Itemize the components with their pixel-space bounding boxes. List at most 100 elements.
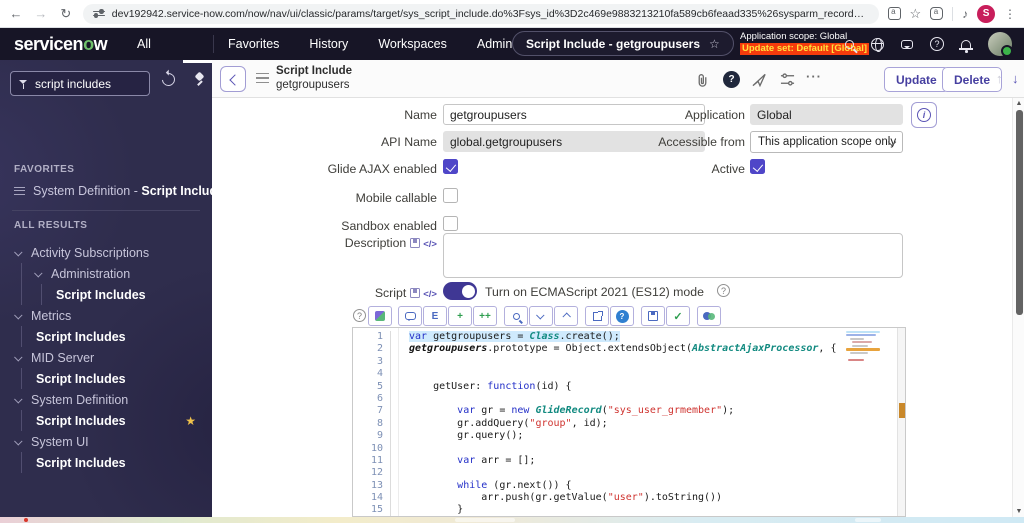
update-button[interactable]: Update	[884, 67, 949, 92]
mobile-callable-checkbox[interactable]	[443, 188, 458, 203]
active-checkbox[interactable]	[750, 159, 765, 174]
attachments-paperclip-icon[interactable]	[695, 73, 710, 93]
open-fullscreen-icon	[592, 310, 603, 321]
save-button[interactable]	[641, 306, 665, 326]
field-language-icon[interactable]	[410, 238, 421, 248]
tree-item-system-definition[interactable]: System Definition	[0, 389, 212, 410]
open-fullscreen-button[interactable]	[585, 306, 609, 326]
application-info-button[interactable]: i	[911, 102, 937, 128]
scrollbar-thumb[interactable]	[1015, 110, 1023, 315]
tree-item-system-ui[interactable]: System UI	[0, 431, 212, 452]
user-avatar[interactable]	[988, 32, 1013, 57]
scroll-up-arrow[interactable]: ▲	[1013, 100, 1024, 107]
application-input	[750, 104, 903, 125]
nav-item-admin[interactable]: Admin	[477, 37, 512, 51]
search-button[interactable]	[504, 306, 528, 326]
browser-forward-icon[interactable]: →	[33, 6, 49, 21]
address-bar[interactable]: dev192942.service-now.com/now/nav/ui/cla…	[82, 3, 879, 24]
sandbox-enabled-checkbox[interactable]	[443, 216, 458, 231]
nav-item-workspaces[interactable]: Workspaces	[378, 37, 447, 51]
favorite-item-script-includes[interactable]: System Definition - Script Includes	[14, 184, 212, 198]
nav-item-history[interactable]: History	[309, 37, 348, 51]
syntax-check-button[interactable]: ✓	[666, 306, 690, 326]
context-record-pill[interactable]: Script Include - getgroupusers ☆	[512, 31, 734, 56]
translate-icon[interactable]	[887, 7, 901, 20]
glide-ajax-enabled-checkbox[interactable]	[443, 159, 458, 174]
more-actions-button[interactable]: ···	[806, 69, 822, 84]
tree-item-script-includes[interactable]: Script Includes	[0, 368, 212, 389]
previous-record-icon[interactable]: ↑	[996, 71, 1003, 86]
activity-stream-icon[interactable]	[752, 73, 767, 92]
chat-icon[interactable]	[901, 39, 913, 49]
back-button[interactable]	[220, 66, 246, 92]
nav-item-favorites[interactable]: Favorites	[228, 37, 279, 51]
browser-profile-avatar[interactable]: S	[977, 4, 996, 23]
find-previous-button[interactable]	[554, 306, 578, 326]
browser-menu-kebab-icon[interactable]: ⋮	[1004, 8, 1016, 20]
accessible-from-select[interactable]: This application scope only	[750, 131, 903, 153]
pin-sidebar-icon[interactable]	[193, 72, 206, 87]
toggle-comment-button[interactable]	[398, 306, 422, 326]
tree-item-administration[interactable]: Administration	[0, 263, 212, 284]
tree-item-activity-subscriptions[interactable]: Activity Subscriptions	[0, 242, 212, 263]
tree-item-label: Script Includes	[36, 329, 126, 344]
description-textarea[interactable]	[443, 233, 903, 278]
scroll-down-arrow[interactable]: ▼	[1013, 508, 1024, 515]
form-scrollbar[interactable]: ▲ ▼	[1012, 98, 1024, 517]
globe-icon[interactable]	[871, 37, 884, 52]
browser-back-icon[interactable]: ←	[8, 6, 24, 21]
tree-item-label: Script Includes	[36, 455, 126, 470]
comment-lines-button[interactable]: E	[423, 306, 447, 326]
favorite-star-icon[interactable]: ☆	[709, 37, 720, 51]
favorite-star-icon[interactable]: ★	[185, 414, 196, 428]
tree-item-script-includes[interactable]: Script Includes	[0, 326, 212, 347]
delete-button[interactable]: Delete	[942, 67, 1003, 92]
help-icon[interactable]: ?	[930, 37, 944, 51]
tree-item-script-includes[interactable]: Script Includes	[0, 452, 212, 473]
code-line: getUser: function(id) {	[409, 380, 572, 392]
next-record-icon[interactable]: ↓	[1012, 71, 1019, 86]
tree-item-script-includes[interactable]: Script Includes ★	[0, 410, 212, 431]
form-help-icon[interactable]: ?	[723, 71, 740, 88]
api-help-button[interactable]: ?	[610, 306, 634, 326]
search-icon[interactable]	[845, 39, 854, 49]
media-controls-icon[interactable]: ♪	[962, 8, 968, 20]
editor-toolbar: E + ++? ✓	[212, 306, 1024, 326]
scope-switch-button[interactable]	[697, 306, 721, 326]
description-code-icon[interactable]: </>	[423, 239, 437, 250]
script-code-editor[interactable]: 1 2 3 4 5 6 7 8 9 10 11 12 13 14 15 var getgroupusers …	[352, 327, 906, 517]
bookmark-star-icon[interactable]: ☆	[910, 7, 922, 20]
script-language-icon[interactable]	[410, 288, 421, 298]
syntax-check-icon: ✓	[673, 310, 683, 323]
line-number: 10	[370, 442, 383, 454]
form-context-menu-icon[interactable]	[256, 73, 269, 84]
editor-annotation-strip[interactable]	[897, 328, 905, 516]
script-code-icon[interactable]: </>	[423, 289, 437, 300]
insert-macro-button[interactable]: +	[448, 306, 472, 326]
tree-item-metrics[interactable]: Metrics	[0, 305, 212, 326]
notifications-bell-icon[interactable]	[959, 39, 973, 53]
personalize-form-icon[interactable]	[780, 73, 795, 91]
browser-reload-icon[interactable]: ↻	[58, 6, 74, 22]
tree-item-mid-server[interactable]: MID Server	[0, 347, 212, 368]
expand-macro-button[interactable]: ++	[473, 306, 497, 326]
tree-item-script-includes[interactable]: Script Includes	[0, 284, 212, 305]
taskbar-segment	[855, 518, 881, 522]
nav-item-all[interactable]: All	[137, 37, 151, 51]
servicenow-logo[interactable]: servicenow	[14, 34, 108, 55]
find-next-button[interactable]	[529, 306, 553, 326]
navigator-sidebar: FAVORITES System Definition - Script Inc…	[0, 60, 212, 517]
navigator-filter[interactable]	[10, 71, 150, 96]
refresh-icon[interactable]	[159, 70, 178, 89]
extensions-icon[interactable]	[930, 7, 944, 20]
primary-nav: Favorites History Workspaces Admin	[228, 37, 512, 51]
format-code-button[interactable]	[368, 306, 392, 326]
code-lines: var getgroupusers = Class.create(); getgr…	[409, 331, 836, 516]
ecmascript-mode-toggle[interactable]	[443, 282, 477, 300]
navigator-filter-input[interactable]	[35, 76, 141, 91]
chevron-down-icon	[14, 436, 23, 446]
find-next-icon	[536, 311, 545, 320]
site-info-icon[interactable]	[92, 9, 105, 19]
ecmascript-help-icon[interactable]: ?	[717, 284, 730, 297]
tree-item-label: Script Includes	[56, 287, 146, 302]
